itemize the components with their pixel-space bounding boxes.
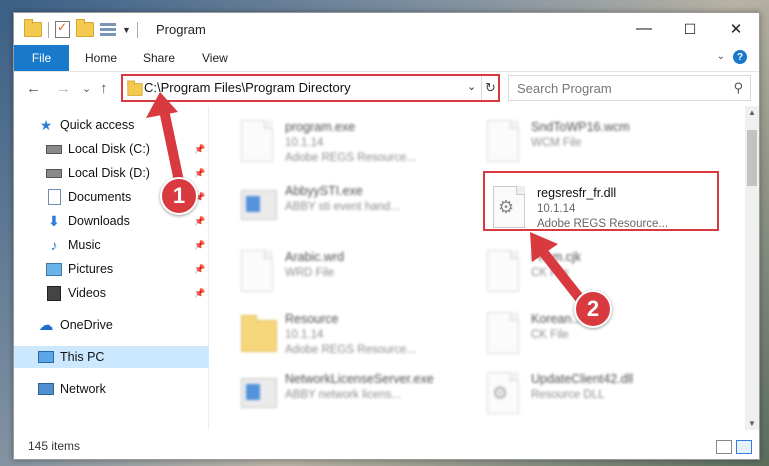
step-badge-1: 1 <box>160 177 198 215</box>
arrow-2 <box>530 232 590 310</box>
arrow-1 <box>146 92 185 191</box>
annotation-arrows <box>146 92 590 310</box>
step-badge-2: 2 <box>574 290 612 328</box>
